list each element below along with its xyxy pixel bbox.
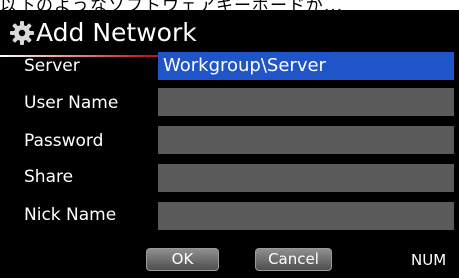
user-name-field[interactable] [158, 88, 454, 116]
nick-name-field[interactable] [158, 202, 454, 230]
password-label: Password [24, 131, 104, 151]
server-field[interactable]: Workgroup\Server [158, 52, 454, 80]
server-label: Server [24, 56, 80, 76]
nick-name-label: Nick Name [24, 205, 117, 225]
cancel-button[interactable]: Cancel [255, 248, 332, 271]
user-name-label: User Name [24, 93, 119, 113]
share-field[interactable] [158, 164, 454, 192]
input-mode-indicator: NUM [411, 251, 447, 269]
server-field-value: Workgroup\Server [163, 55, 326, 76]
network-form: Server Workgroup\Server User Name Passwo… [0, 0, 459, 278]
ok-button[interactable]: OK [146, 248, 219, 271]
share-label: Share [24, 167, 74, 187]
password-field[interactable] [158, 126, 454, 154]
